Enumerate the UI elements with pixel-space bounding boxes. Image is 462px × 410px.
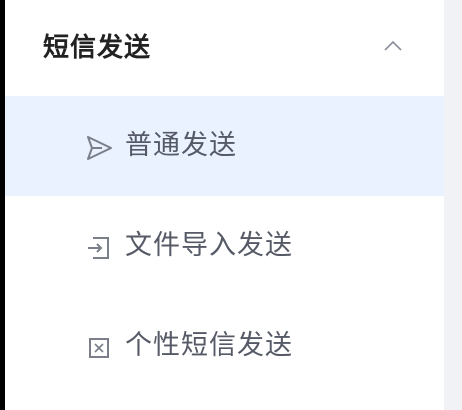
sidebar-item-file-import-send[interactable]: 文件导入发送	[5, 196, 444, 296]
chevron-up-icon[interactable]	[383, 38, 403, 52]
file-import-icon	[88, 237, 109, 259]
menu-group-title: 短信发送	[43, 33, 152, 63]
sidebar-item-label: 文件导入发送	[125, 230, 293, 261]
content-area-edge	[444, 0, 462, 410]
menu-group-sms-send[interactable]: 短信发送	[5, 0, 444, 96]
sidebar-item-label: 普通发送	[125, 130, 237, 161]
template-variable-icon	[89, 338, 109, 358]
sidebar-item-normal-send[interactable]: 普通发送	[5, 96, 444, 196]
sidebar-menu: 短信发送 普通发送 文件导入发送 个性短信发送	[5, 0, 444, 410]
sidebar-item-personalized-sms-send[interactable]: 个性短信发送	[5, 296, 444, 396]
send-icon	[87, 136, 112, 160]
sidebar-item-label: 个性短信发送	[125, 330, 293, 361]
